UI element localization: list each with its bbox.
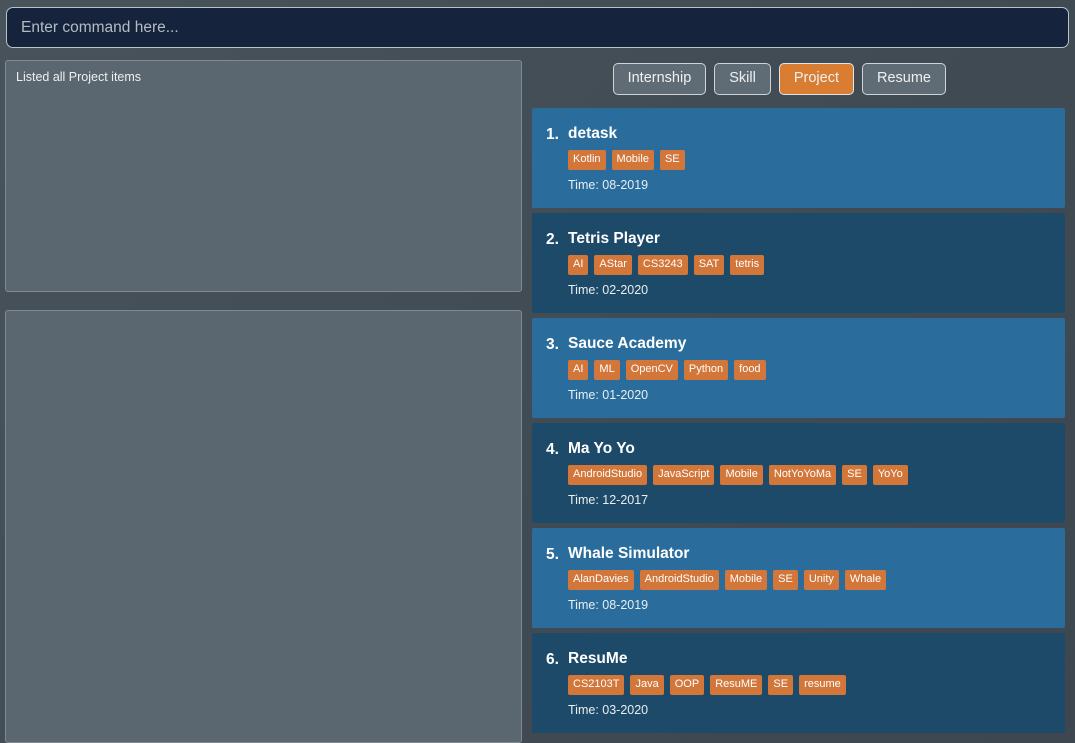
result-display-text: Listed all Project items — [16, 70, 142, 84]
card-tag: SE — [773, 570, 798, 591]
card-tag: NotYoYoMa — [768, 465, 837, 486]
card-tag: OOP — [669, 675, 705, 696]
tab-bar: Internship Skill Project Resume — [528, 55, 1075, 103]
card-time: Time: 08-2019 — [568, 178, 649, 193]
card-body: ResuMe CS2103T Java OOP ResuME SE resume Time: … — [568, 650, 1051, 718]
card-time: Time: 02-2020 — [568, 283, 649, 298]
card-tag: food — [734, 360, 766, 381]
card-tag-row: AndroidStudio JavaScript Mobile NotYoYoMa SE… — [568, 465, 1051, 486]
card-tag: Unity — [803, 570, 839, 591]
card-tag-row: AlanDavies AndroidStudio Mobile SE Unity Whal… — [568, 570, 1051, 591]
tab-skill[interactable]: Skill — [714, 63, 771, 95]
command-input[interactable] — [21, 18, 1054, 37]
card-tag: AI — [568, 360, 589, 381]
card-time: Time: 12-2017 — [568, 493, 649, 508]
card-index: 2. — [546, 231, 559, 248]
left-column: Listed all Project items — [5, 60, 522, 743]
tab-internship[interactable]: Internship — [612, 63, 707, 95]
right-column: Internship Skill Project Resume 1. detask Kot… — [528, 55, 1075, 743]
card-tag: ResuME — [710, 675, 763, 696]
card-tag: AndroidStudio — [639, 570, 719, 591]
card-tag: tetris — [730, 255, 765, 276]
card-title: Ma Yo Yo — [568, 440, 635, 457]
card-tag: AlanDavies — [568, 570, 634, 591]
card-tag: resume — [799, 675, 846, 696]
card-tag-row: CS2103T Java OOP ResuME SE resume — [568, 675, 1051, 696]
card-tag: Mobile — [724, 570, 768, 591]
card-tag: OpenCV — [625, 360, 678, 381]
card-tag: CS3243 — [637, 255, 688, 276]
project-card[interactable]: 5. Whale Simulator AlanDavies AndroidStudio… — [532, 528, 1065, 628]
result-display-panel: Listed all Project items — [5, 60, 522, 292]
card-tag-row: AI ML OpenCV Python food — [568, 360, 1051, 381]
card-tag: Kotlin — [568, 150, 606, 171]
card-body: Ma Yo Yo AndroidStudio JavaScript Mobile Not… — [568, 440, 1051, 508]
card-time: Time: 01-2020 — [568, 388, 649, 403]
project-card-list[interactable]: 1. detask Kotlin Mobile SE Time: 08-2019 2. Tet… — [528, 108, 1075, 743]
card-index: 3. — [546, 336, 559, 353]
card-tag-row: AI AStar CS3243 SAT tetris — [568, 255, 1051, 276]
card-tag: AndroidStudio — [568, 465, 648, 486]
card-title: detask — [568, 125, 618, 142]
card-tag: Java — [630, 675, 664, 696]
command-bar[interactable] — [6, 7, 1069, 48]
card-body: detask Kotlin Mobile SE Time: 08-2019 — [568, 125, 1051, 193]
tab-project[interactable]: Project — [778, 63, 854, 95]
card-time: Time: 03-2020 — [568, 703, 649, 718]
card-index: 6. — [546, 651, 559, 668]
card-title: Sauce Academy — [568, 335, 687, 352]
project-card[interactable]: 2. Tetris Player AI AStar CS3243 SAT tetris Tim… — [532, 213, 1065, 313]
project-card[interactable]: 4. Ma Yo Yo AndroidStudio JavaScript Mobile N… — [532, 423, 1065, 523]
card-body: Whale Simulator AlanDavies AndroidStudio Mo… — [568, 545, 1051, 613]
card-tag: ML — [594, 360, 620, 381]
card-tag: AStar — [594, 255, 632, 276]
card-body: Tetris Player AI AStar CS3243 SAT tetris Time:… — [568, 230, 1051, 298]
card-tag-row: Kotlin Mobile SE — [568, 150, 1051, 171]
card-index: 5. — [546, 546, 559, 563]
card-tag: YoYo — [872, 465, 908, 486]
project-card[interactable]: 6. ResuMe CS2103T Java OOP ResuME SE resume Time… — [532, 633, 1065, 733]
card-index: 4. — [546, 441, 559, 458]
card-tag: SAT — [693, 255, 725, 276]
card-tag: Mobile — [611, 150, 654, 171]
card-tag: AI — [568, 255, 589, 276]
card-tag: SE — [659, 150, 685, 171]
card-tag: SE — [768, 675, 794, 696]
card-tag: JavaScript — [653, 465, 715, 486]
card-title: ResuMe — [568, 650, 628, 667]
card-body: Sauce Academy AI ML OpenCV Python food Time: 0… — [568, 335, 1051, 403]
card-tag: Mobile — [720, 465, 763, 486]
card-tag: CS2103T — [568, 675, 625, 696]
card-tag: Whale — [844, 570, 887, 591]
card-title: Whale Simulator — [568, 545, 690, 562]
card-time: Time: 08-2019 — [568, 598, 649, 613]
detail-display-panel — [5, 310, 522, 743]
project-card[interactable]: 3. Sauce Academy AI ML OpenCV Python food Time:… — [532, 318, 1065, 418]
card-tag: SE — [842, 465, 867, 486]
tab-resume[interactable]: Resume — [862, 63, 946, 95]
card-tag: Python — [683, 360, 729, 381]
project-card[interactable]: 1. detask Kotlin Mobile SE Time: 08-2019 — [532, 108, 1065, 208]
card-index: 1. — [546, 126, 559, 143]
card-title: Tetris Player — [568, 230, 660, 247]
